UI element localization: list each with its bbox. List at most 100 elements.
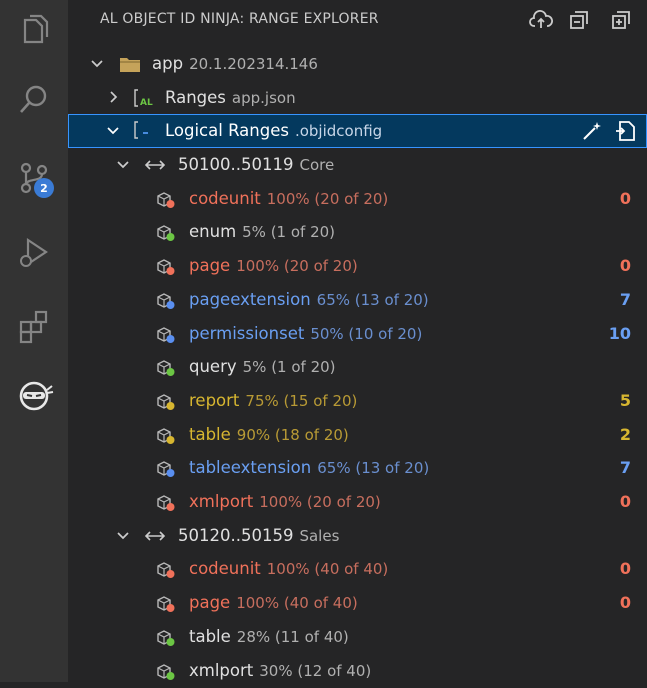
range-bounds: 50120..50159 <box>178 525 294 545</box>
svg-text:AL: AL <box>140 98 153 107</box>
object-type-usage: 65% (13 of 20) <box>316 290 429 309</box>
object-cube-icon <box>157 596 175 613</box>
object-type-row[interactable]: report 75% (15 of 20) 5 <box>68 384 647 418</box>
remaining-count: 5 <box>619 390 631 410</box>
range-group-row[interactable]: 50120..50159 Sales <box>68 519 647 553</box>
explorer-icon[interactable] <box>0 0 68 60</box>
range-name: Core <box>299 156 335 174</box>
run-debug-icon[interactable] <box>0 222 68 282</box>
remaining-count: 0 <box>619 256 631 276</box>
object-cube-icon <box>157 394 175 410</box>
object-type-name: page <box>189 593 231 613</box>
chevron-right-icon <box>110 91 118 103</box>
object-type-usage: 100% (20 of 20) <box>259 493 381 511</box>
ranges-source: app.json <box>231 89 296 107</box>
object-cube-icon <box>157 293 175 309</box>
object-type-name: codeunit <box>189 559 261 579</box>
object-type-name: table <box>189 424 231 444</box>
range-arrows-icon <box>144 160 166 170</box>
object-cube-icon <box>157 360 175 377</box>
logical-ranges-label: Logical Ranges <box>165 121 289 140</box>
range-bounds: 50100..50119 <box>178 155 294 174</box>
magic-wand-icon[interactable] <box>581 120 603 142</box>
remaining-count: 10 <box>608 323 631 343</box>
object-cube-icon <box>157 630 175 646</box>
object-type-usage: 75% (15 of 20) <box>245 391 358 410</box>
chevron-down-icon <box>117 161 129 169</box>
object-type-row[interactable]: codeunit 100% (40 of 40) 0 <box>68 552 647 586</box>
object-type-row[interactable]: permissionset 50% (10 of 20) 10 <box>68 317 647 351</box>
object-cube-icon <box>157 427 175 444</box>
remaining-count: 0 <box>619 559 631 579</box>
object-type-usage: 5% (1 of 20) <box>242 358 336 377</box>
extensions-icon[interactable] <box>0 296 68 356</box>
source-control-badge: 2 <box>34 178 54 198</box>
expand-all-icon[interactable] <box>608 7 634 33</box>
object-type-row[interactable]: table 28% (11 of 40) <box>68 620 647 654</box>
object-type-usage: 100% (40 of 40) <box>236 594 358 613</box>
tree-item-logical-ranges[interactable]: Logical Ranges .objidconfig <box>68 114 647 148</box>
object-type-row[interactable]: xmlport 30% (12 of 40) <box>68 654 647 688</box>
object-type-usage: 100% (20 of 20) <box>266 189 389 208</box>
ninja-icon[interactable] <box>0 366 68 426</box>
remaining-count: 2 <box>619 424 631 444</box>
logical-ranges-source: .objidconfig <box>294 122 383 140</box>
collapse-all-icon[interactable] <box>566 7 592 33</box>
object-type-name: report <box>189 390 240 410</box>
range-arrows-icon <box>144 531 166 541</box>
object-cube-icon <box>157 326 175 343</box>
folder-icon <box>120 58 140 72</box>
object-type-row[interactable]: page 100% (40 of 40) 0 <box>68 586 647 620</box>
object-cube-icon <box>157 562 175 579</box>
tree-item-app[interactable]: app 20.1.202314.146 <box>68 47 647 81</box>
object-type-row[interactable]: tableextension 65% (13 of 20) 7 <box>68 451 647 485</box>
range-explorer-panel: AL OBJECT ID NINJA: RANGE EXPLORER app 20… <box>68 0 647 682</box>
object-type-row[interactable]: pageextension 65% (13 of 20) 7 <box>68 283 647 317</box>
object-cube-icon <box>157 225 175 242</box>
object-cube-icon <box>157 663 175 680</box>
object-type-row[interactable]: query 5% (1 of 20) <box>68 350 647 384</box>
object-type-name: page <box>189 256 231 276</box>
app-version: 20.1.202314.146 <box>189 55 318 73</box>
activity-bar: 2 <box>0 0 68 682</box>
chevron-down-icon <box>117 532 129 539</box>
object-cube-icon <box>157 191 175 208</box>
object-type-row[interactable]: enum 5% (1 of 20) <box>68 215 647 249</box>
object-type-name: query <box>189 357 237 377</box>
app-label: app <box>152 54 184 73</box>
remaining-count: 0 <box>619 492 631 511</box>
chevron-down-icon <box>107 127 119 135</box>
object-type-name: enum <box>189 222 237 242</box>
remaining-count: 7 <box>619 458 631 478</box>
remaining-count: 0 <box>619 188 631 208</box>
object-type-usage: 5% (1 of 20) <box>242 223 336 242</box>
remaining-count: 0 <box>619 593 631 613</box>
object-type-name: table <box>189 626 231 646</box>
range-group-row[interactable]: 50100..50119 Core <box>68 148 647 182</box>
object-type-usage: 50% (10 of 20) <box>310 324 423 343</box>
remaining-count: 7 <box>619 289 631 309</box>
search-icon[interactable] <box>0 70 68 130</box>
object-type-row[interactable]: page 100% (20 of 20) 0 <box>68 249 647 283</box>
object-cube-icon <box>157 495 175 511</box>
object-type-usage: 65% (13 of 20) <box>317 459 430 478</box>
config-file-icon <box>134 121 148 139</box>
al-json-file-icon: AL <box>134 89 153 107</box>
object-type-name: pageextension <box>189 289 311 309</box>
object-type-usage: 28% (11 of 40) <box>236 627 349 646</box>
object-type-usage: 100% (20 of 20) <box>236 257 358 276</box>
panel-title: AL OBJECT ID NINJA: RANGE EXPLORER <box>100 11 379 27</box>
object-type-row[interactable]: codeunit 100% (20 of 20) 0 <box>68 182 647 216</box>
object-type-name: tableextension <box>189 458 312 478</box>
object-type-row[interactable]: xmlport 100% (20 of 20) 0 <box>68 485 647 519</box>
cloud-upload-icon[interactable] <box>528 7 554 33</box>
go-to-file-icon[interactable] <box>614 119 638 143</box>
object-type-name: xmlport <box>189 660 254 680</box>
tree-item-ranges[interactable]: AL Ranges app.json <box>68 81 647 115</box>
object-cube-icon <box>157 259 175 276</box>
source-control-icon[interactable] <box>0 148 68 208</box>
object-type-row[interactable]: table 90% (18 of 20) 2 <box>68 418 647 452</box>
range-name: Sales <box>299 526 340 545</box>
object-type-usage: 30% (12 of 40) <box>259 661 372 680</box>
chevron-down-icon <box>91 60 103 68</box>
